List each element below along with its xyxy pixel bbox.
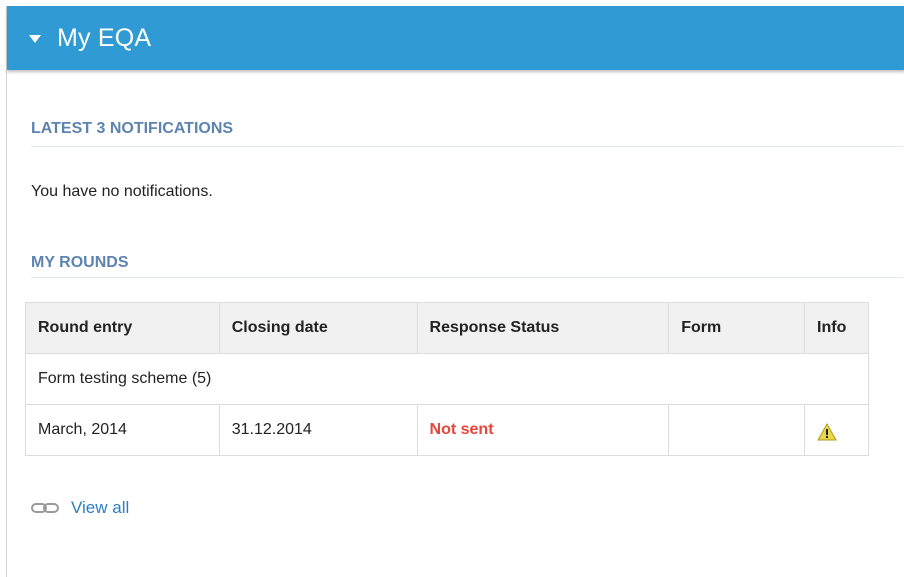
notifications-heading: LATEST 3 NOTIFICATIONS (31, 120, 234, 137)
column-header-response-status[interactable]: Response Status (416, 302, 670, 354)
column-header-form[interactable]: Form (668, 302, 806, 354)
column-header-round-entry[interactable]: Round entry (25, 302, 220, 354)
view-all-link[interactable]: View all (71, 498, 129, 518)
scheme-group-label: Form testing scheme (5) (25, 353, 869, 405)
table-header-row: Round entry Closing date Response Status… (25, 302, 869, 354)
round-entry-cell: March, 2014 (25, 404, 220, 456)
panel-header[interactable]: My EQA (7, 6, 904, 70)
view-all-link-container[interactable]: View all (31, 498, 129, 518)
closing-date-cell: 31.12.2014 (218, 404, 418, 456)
notifications-divider (31, 146, 903, 147)
column-header-info[interactable]: Info (804, 302, 869, 354)
info-cell[interactable] (804, 404, 869, 456)
collapse-triangle-icon[interactable] (29, 35, 41, 43)
rounds-heading: MY ROUNDS (31, 254, 129, 271)
my-eqa-panel: My EQA LATEST 3 NOTIFICATIONS You have n… (6, 6, 904, 577)
no-notifications-text: You have no notifications. (31, 183, 213, 200)
column-header-closing-date[interactable]: Closing date (218, 302, 418, 354)
rounds-divider (31, 277, 903, 278)
response-status-cell: Not sent (416, 404, 670, 456)
link-icon (31, 503, 59, 513)
table-row[interactable]: March, 2014 31.12.2014 Not sent (25, 404, 869, 456)
group-row: Form testing scheme (5) (25, 353, 869, 405)
panel-title: My EQA (57, 23, 152, 52)
rounds-table: Round entry Closing date Response Status… (25, 302, 869, 456)
form-cell[interactable] (668, 404, 806, 456)
warning-icon[interactable] (817, 423, 837, 441)
